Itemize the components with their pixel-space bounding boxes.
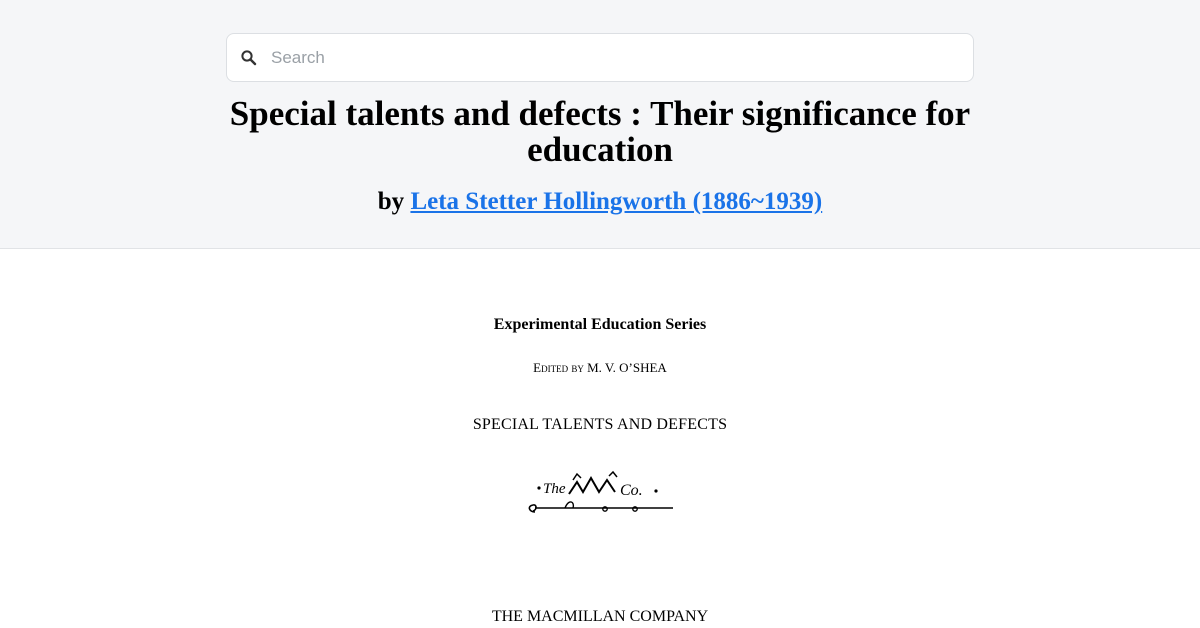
book-title: Special talents and defects : Their sign… bbox=[229, 94, 971, 169]
work-title: SPECIAL TALENTS AND DEFECTS bbox=[472, 416, 728, 433]
book-page-content: Experimental Education Series Edited by … bbox=[0, 250, 1200, 628]
search-bar[interactable] bbox=[226, 33, 974, 82]
series-title: Experimental Education Series bbox=[493, 316, 707, 333]
svg-text:Co.: Co. bbox=[620, 482, 643, 499]
publisher-logo: The Co. bbox=[525, 468, 675, 516]
site-header: Special talents and defects : Their sign… bbox=[0, 0, 1200, 249]
byline: by Leta Stetter Hollingworth (1886~1939) bbox=[200, 186, 1000, 218]
publisher-name: THE MACMILLAN COMPANY bbox=[491, 608, 709, 625]
edited-by-line: Edited by M. V. O’SHEA bbox=[300, 360, 900, 376]
byline-prefix: by bbox=[377, 188, 405, 215]
svg-text:The: The bbox=[543, 481, 566, 497]
search-icon[interactable] bbox=[239, 48, 259, 68]
author-link[interactable]: Leta Stetter Hollingworth (1886~1939) bbox=[410, 188, 822, 215]
search-input[interactable] bbox=[269, 34, 959, 81]
editor-name: M. V. O’SHEA bbox=[587, 360, 667, 375]
edited-by-label: Edited by bbox=[533, 360, 584, 375]
